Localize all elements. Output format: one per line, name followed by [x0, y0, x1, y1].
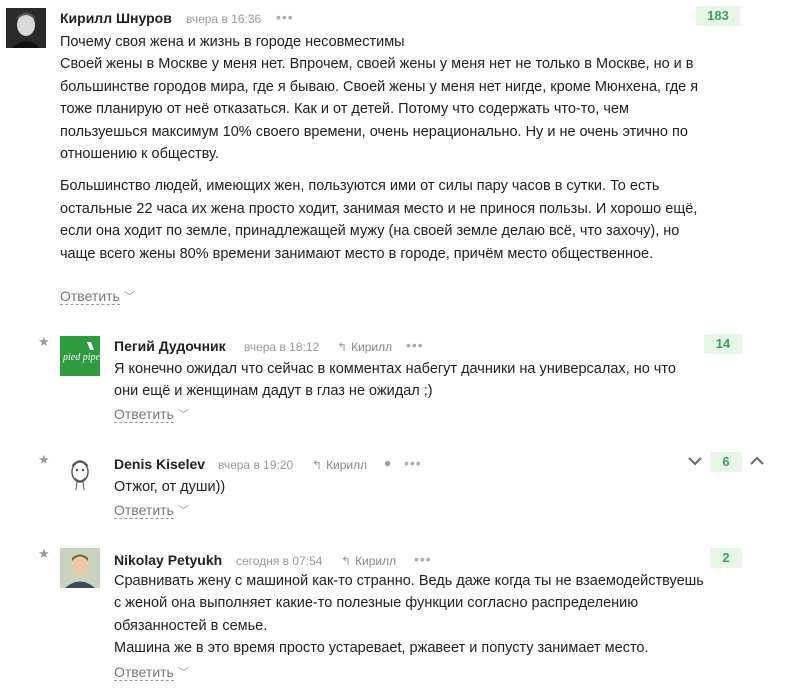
score-badge: 183	[696, 6, 740, 26]
author-name[interactable]: Пегий Дудочник	[114, 338, 226, 354]
comment-text: Я конечно ожидал что сейчас в комментах …	[114, 358, 704, 403]
more-dots-icon[interactable]: •••	[276, 9, 294, 25]
reply-to-link[interactable]: ↰ Кирилл	[337, 340, 392, 354]
avatar[interactable]: pied piper	[60, 336, 100, 376]
comment-paragraph: Своей жены в Москве у меня нет. Впрочем,…	[60, 56, 699, 163]
avatar[interactable]	[60, 452, 100, 492]
comment-text: Сравнивать жену с машиной как-то странно…	[114, 570, 714, 660]
star-icon[interactable]: ★	[38, 452, 50, 468]
author-name[interactable]: Denis Kiselev	[114, 456, 205, 472]
reply-to-name: Кирилл	[355, 554, 397, 568]
reply-arrow-icon: ↰	[341, 554, 352, 568]
score-badge: 6	[710, 452, 742, 472]
reply-button[interactable]: Ответить	[114, 406, 174, 423]
comment-time[interactable]: вчера в 19:20	[218, 458, 293, 472]
reply-button[interactable]: Ответить	[60, 288, 120, 305]
reply-arrow-icon: ↰	[337, 340, 348, 354]
reply-to-link[interactable]: ↰ Кирилл	[312, 458, 367, 472]
comment-text: Почему своя жена и жизнь в городе несовм…	[60, 31, 710, 265]
more-dots-icon[interactable]: •••	[406, 337, 424, 353]
comment-paragraph: Большинство людей, имеющих жен, пользуют…	[60, 178, 698, 262]
comment-time[interactable]: сегодня в 07:54	[236, 554, 322, 568]
comment-paragraph: Отжог, от души))	[114, 479, 226, 495]
star-icon[interactable]: ★	[38, 334, 50, 350]
reply-button[interactable]: Ответить	[114, 502, 174, 519]
logo-text: pied piper	[62, 352, 100, 363]
reply-to-link[interactable]: ↰ Кирилл	[341, 554, 396, 568]
apple-icon: ●	[384, 456, 392, 470]
chevron-down-icon[interactable]: ﹀	[124, 288, 135, 304]
reply-arrow-icon: ↰	[312, 458, 323, 472]
avatar[interactable]	[60, 548, 100, 588]
author-name[interactable]: Кирилл Шнуров	[60, 10, 172, 26]
comment-time[interactable]: вчера в 18:12	[244, 340, 319, 354]
comment-time[interactable]: вчера в 16:36	[186, 12, 261, 26]
chevron-down-icon[interactable]: ﹀	[178, 664, 189, 680]
chevron-down-icon[interactable]: ﹀	[178, 502, 189, 518]
chevron-up-icon[interactable]	[748, 452, 766, 475]
comment-paragraph: Сравнивать жену с машиной как-то странно…	[114, 573, 704, 634]
more-dots-icon[interactable]: •••	[414, 551, 432, 567]
comment-paragraph: Машина же в это время просто устареваеt,…	[114, 640, 649, 657]
more-dots-icon[interactable]: •••	[404, 455, 422, 471]
reply-to-name: Кирилл	[326, 458, 368, 472]
comment-paragraph: Почему своя жена и жизнь в городе несовм…	[60, 34, 405, 50]
reply-button[interactable]: Ответить	[114, 664, 174, 681]
avatar[interactable]	[6, 8, 46, 48]
score-badge: 14	[704, 334, 742, 354]
score-badge: 2	[710, 548, 742, 568]
chevron-down-icon[interactable]: ﹀	[178, 406, 189, 422]
comment-paragraph: Я конечно ожидал что сейчас в комментах …	[114, 361, 676, 400]
reply-to-name: Кирилл	[351, 340, 393, 354]
chevron-down-icon[interactable]	[686, 452, 704, 475]
comment-text: Отжог, от души))	[114, 476, 704, 498]
star-icon[interactable]: ★	[38, 546, 50, 562]
author-name[interactable]: Nikolay Petyukh	[114, 552, 222, 568]
